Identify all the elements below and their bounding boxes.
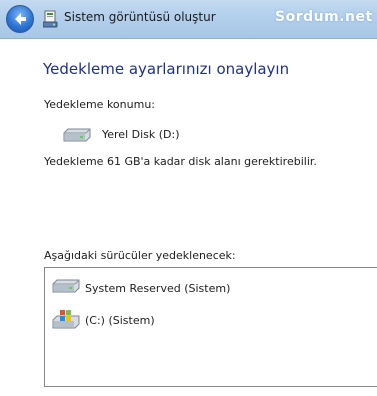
page-title: Yedekleme ayarlarınızı onaylayın bbox=[43, 60, 290, 78]
backup-location-label: Yedekleme konumu: bbox=[44, 98, 155, 111]
disk-space-note: Yedekleme 61 GB'a kadar disk alanı gerek… bbox=[44, 155, 317, 168]
backup-app-icon bbox=[42, 10, 59, 28]
drives-label: Aşağıdaki sürücüler yedeklenecek: bbox=[44, 249, 236, 262]
back-arrow-icon bbox=[15, 13, 26, 25]
drive-name: System Reserved (Sistem) bbox=[85, 282, 231, 295]
hard-drive-icon bbox=[52, 279, 80, 293]
list-item: System Reserved (Sistem) bbox=[51, 278, 371, 300]
windows-drive-icon bbox=[52, 310, 80, 329]
wizard-content: Yedekleme ayarlarınızı onaylayın Yedekle… bbox=[0, 38, 377, 396]
title-bar: Sistem görüntüsü oluştur Sordum.net bbox=[0, 0, 377, 38]
watermark-logo: Sordum.net bbox=[275, 9, 373, 25]
hard-drive-icon bbox=[63, 128, 91, 142]
drive-name: (C:) (Sistem) bbox=[85, 314, 155, 327]
drives-list[interactable]: System Reserved (Sistem) (C:) (Sistem) bbox=[44, 267, 377, 387]
list-item: (C:) (Sistem) bbox=[51, 310, 371, 332]
back-button[interactable] bbox=[6, 5, 34, 33]
backup-location-value: Yerel Disk (D:) bbox=[102, 128, 180, 141]
window-title: Sistem görüntüsü oluştur bbox=[64, 10, 216, 24]
